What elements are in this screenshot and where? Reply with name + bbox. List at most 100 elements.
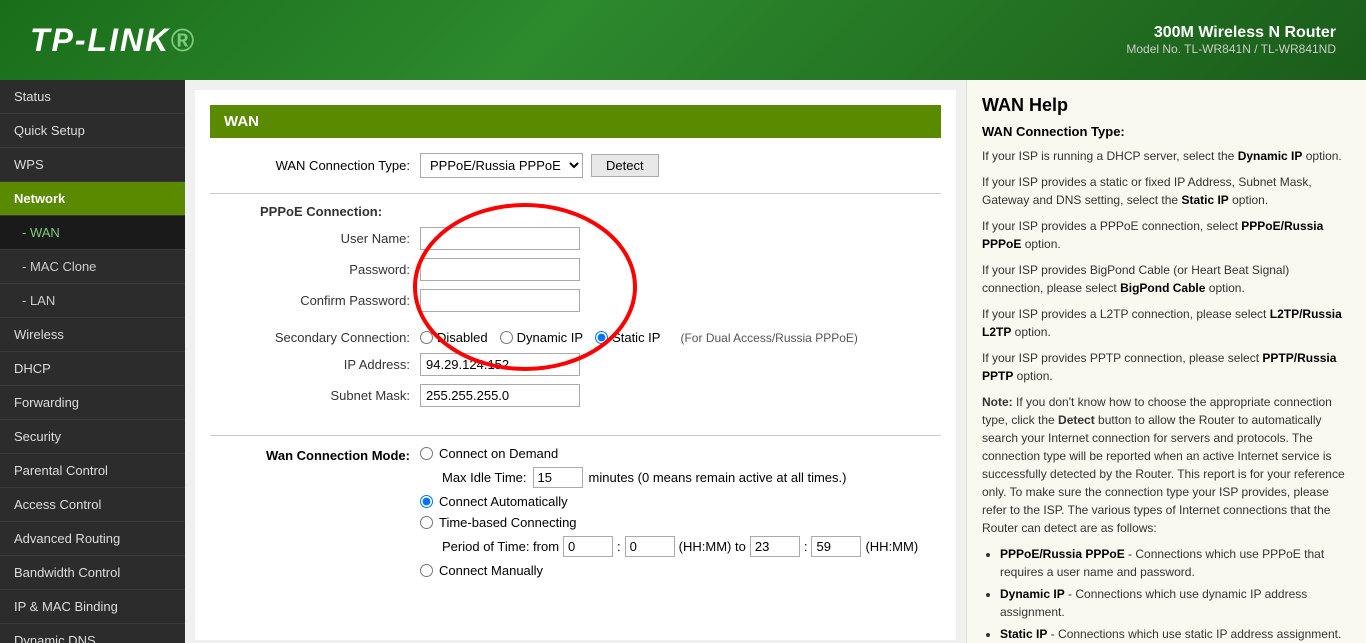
period-label: Period of Time: from — [442, 539, 559, 554]
sidebar-item-wireless[interactable]: Wireless — [0, 318, 185, 352]
ip-address-row: IP Address: — [210, 353, 941, 376]
radio-disabled[interactable]: Disabled — [420, 330, 488, 345]
wan-type-label: WAN Connection Type: — [210, 158, 410, 173]
sidebar-item-mac-clone[interactable]: - MAC Clone — [0, 250, 185, 284]
logo-tm: ® — [170, 22, 196, 58]
ip-address-input[interactable] — [420, 353, 580, 376]
connect-auto-label: Connect Automatically — [439, 494, 568, 509]
help-para5: If your ISP provides a L2TP connection, … — [982, 305, 1351, 341]
page-inner: WAN WAN Connection Type: PPPoE/Russia PP… — [195, 90, 956, 640]
radio-dynamic-ip-input[interactable] — [500, 331, 513, 344]
password-label: Password: — [210, 262, 410, 277]
sidebar-item-parental-control[interactable]: Parental Control — [0, 454, 185, 488]
help-title: WAN Help — [982, 95, 1351, 116]
wan-connection-type-row: WAN Connection Type: PPPoE/Russia PPPoE … — [210, 153, 941, 178]
sidebar-item-bandwidth-control[interactable]: Bandwidth Control — [0, 556, 185, 590]
main-content: WAN WAN Connection Type: PPPoE/Russia PP… — [185, 80, 966, 643]
help-note: Note: If you don't know how to choose th… — [982, 393, 1351, 537]
secondary-connection-label: Secondary Connection: — [210, 330, 410, 345]
secondary-connection-row: Secondary Connection: Disabled Dynamic I… — [210, 330, 941, 345]
wan-mode-row: Wan Connection Mode: Connect on Demand M… — [210, 446, 941, 578]
radio-time-based[interactable] — [420, 516, 433, 529]
radio-disabled-label: Disabled — [437, 330, 488, 345]
password-input[interactable] — [420, 258, 580, 281]
radio-connect-manually[interactable] — [420, 564, 433, 577]
sidebar-item-lan[interactable]: - LAN — [0, 284, 185, 318]
wan-mode-options: Connect on Demand Max Idle Time: minutes… — [420, 446, 918, 578]
period-to-m-input[interactable] — [811, 536, 861, 557]
username-row: User Name: — [210, 227, 941, 250]
secondary-radio-group: Disabled Dynamic IP Static IP (For Dual … — [420, 330, 858, 345]
wan-mode-label: Wan Connection Mode: — [210, 446, 410, 463]
header: TP-LINK® 300M Wireless N Router Model No… — [0, 0, 1366, 80]
help-para1: If your ISP is running a DHCP server, se… — [982, 147, 1351, 165]
password-row: Password: — [210, 258, 941, 281]
connect-on-demand-label: Connect on Demand — [439, 446, 558, 461]
radio-connect-auto[interactable] — [420, 495, 433, 508]
sidebar-item-advanced-routing[interactable]: Advanced Routing — [0, 522, 185, 556]
sidebar-item-forwarding[interactable]: Forwarding — [0, 386, 185, 420]
time-based-label: Time-based Connecting — [439, 515, 577, 530]
radio-dynamic-ip-label: Dynamic IP — [517, 330, 583, 345]
help-list-item-dynamic: Dynamic IP - Connections which use dynam… — [1000, 585, 1351, 621]
subnet-mask-input[interactable] — [420, 384, 580, 407]
header-model: 300M Wireless N Router Model No. TL-WR84… — [1126, 24, 1336, 56]
subnet-mask-row: Subnet Mask: — [210, 384, 941, 407]
secondary-note: (For Dual Access/Russia PPPoE) — [680, 331, 857, 345]
sidebar-item-network[interactable]: Network — [0, 182, 185, 216]
confirm-password-label: Confirm Password: — [210, 293, 410, 308]
max-idle-input[interactable] — [533, 467, 583, 488]
period-separator1: : — [617, 539, 621, 554]
username-label: User Name: — [210, 231, 410, 246]
pppoe-section-label: PPPoE Connection: — [210, 204, 941, 219]
wan-type-select[interactable]: PPPoE/Russia PPPoE Dynamic IP Static IP … — [420, 153, 583, 178]
radio-dynamic-ip[interactable]: Dynamic IP — [500, 330, 583, 345]
username-input[interactable] — [420, 227, 580, 250]
max-idle-label: Max Idle Time: — [442, 470, 527, 485]
confirm-password-input[interactable] — [420, 289, 580, 312]
sidebar-item-dynamic-dns[interactable]: Dynamic DNS — [0, 624, 185, 643]
sidebar-item-wan[interactable]: - WAN — [0, 216, 185, 250]
logo: TP-LINK® — [30, 22, 196, 59]
help-list: PPPoE/Russia PPPoE - Connections which u… — [1000, 545, 1351, 643]
help-list-item-static: Static IP - Connections which use static… — [1000, 625, 1351, 643]
period-to-h-input[interactable] — [750, 536, 800, 557]
ip-address-label: IP Address: — [210, 357, 410, 372]
sidebar-item-dhcp[interactable]: DHCP — [0, 352, 185, 386]
radio-on-demand[interactable] — [420, 447, 433, 460]
model-sub: Model No. TL-WR841N / TL-WR841ND — [1126, 42, 1336, 56]
max-idle-note: minutes (0 means remain active at all ti… — [589, 470, 847, 485]
help-para6: If your ISP provides PPTP connection, pl… — [982, 349, 1351, 385]
confirm-password-row: Confirm Password: — [210, 289, 941, 312]
radio-disabled-input[interactable] — [420, 331, 433, 344]
radio-static-ip-label: Static IP — [612, 330, 660, 345]
help-panel: WAN Help WAN Connection Type: If your IS… — [966, 80, 1366, 643]
period-separator2: : — [804, 539, 808, 554]
content-area: WAN WAN Connection Type: PPPoE/Russia PP… — [185, 80, 1366, 643]
sidebar-item-security[interactable]: Security — [0, 420, 185, 454]
connect-manually-option: Connect Manually — [420, 563, 918, 578]
subnet-mask-label: Subnet Mask: — [210, 388, 410, 403]
sidebar-item-quick-setup[interactable]: Quick Setup — [0, 114, 185, 148]
period-from-h-input[interactable] — [563, 536, 613, 557]
connect-manually-label: Connect Manually — [439, 563, 543, 578]
help-para4: If your ISP provides BigPond Cable (or H… — [982, 261, 1351, 297]
radio-static-ip[interactable]: Static IP — [595, 330, 660, 345]
help-list-item-pppoe: PPPoE/Russia PPPoE - Connections which u… — [1000, 545, 1351, 581]
annotation-circle — [410, 197, 640, 377]
help-connection-type-heading: WAN Connection Type: — [982, 124, 1351, 139]
sidebar-item-access-control[interactable]: Access Control — [0, 488, 185, 522]
period-hhmm2: (HH:MM) — [865, 539, 918, 554]
main-layout: Status Quick Setup WPS Network - WAN - M… — [0, 80, 1366, 643]
time-period-row: Period of Time: from : (HH:MM) to : (HH:… — [442, 536, 918, 557]
detect-button[interactable]: Detect — [591, 154, 659, 177]
radio-static-ip-input[interactable] — [595, 331, 608, 344]
period-from-m-input[interactable] — [625, 536, 675, 557]
help-para3: If your ISP provides a PPPoE connection,… — [982, 217, 1351, 253]
sidebar-item-ip-mac-binding[interactable]: IP & MAC Binding — [0, 590, 185, 624]
sidebar-item-wps[interactable]: WPS — [0, 148, 185, 182]
pppoe-fields-container: User Name: Password: Confirm Password: — [210, 227, 941, 312]
sidebar-item-status[interactable]: Status — [0, 80, 185, 114]
period-hhmm1: (HH:MM) to — [679, 539, 746, 554]
idle-time-row: Max Idle Time: minutes (0 means remain a… — [442, 467, 918, 488]
